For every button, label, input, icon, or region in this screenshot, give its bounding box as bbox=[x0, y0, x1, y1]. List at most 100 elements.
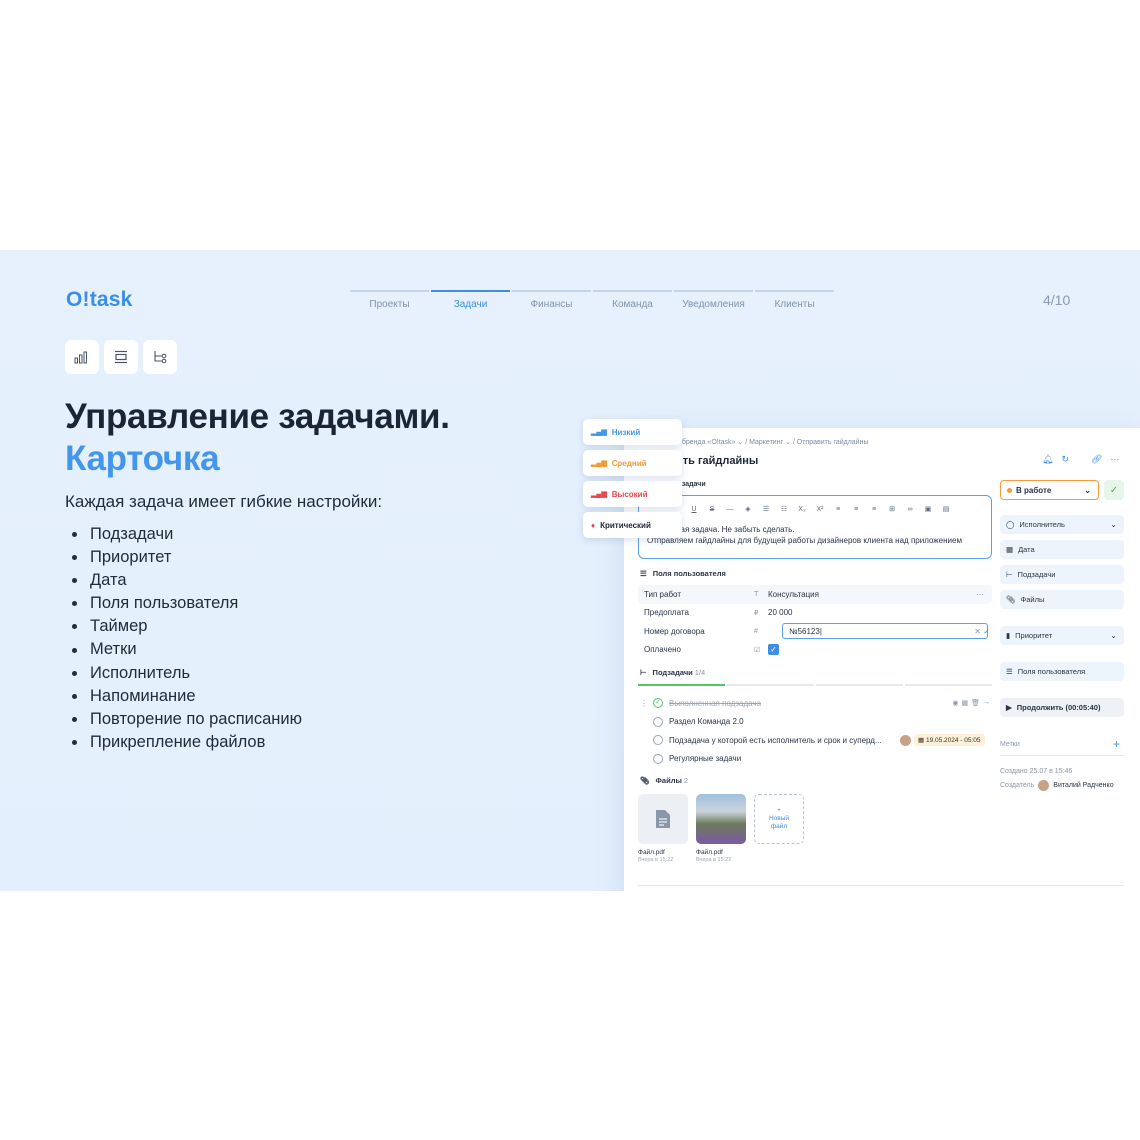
priority-critical[interactable]: ♦ Критический bbox=[583, 512, 682, 538]
file-item[interactable]: Файл.pdf Вчера в 15:22 bbox=[696, 794, 746, 863]
eraser-icon[interactable]: ◈ bbox=[741, 503, 755, 515]
more-icon[interactable]: ⋯ bbox=[1110, 454, 1119, 465]
nav-item-notifications[interactable]: Уведомления bbox=[674, 290, 753, 310]
creator-name[interactable]: Виталий Радченко bbox=[1053, 782, 1113, 789]
creator-row: Создатель Виталий Радченко bbox=[1000, 780, 1114, 791]
circle-icon[interactable] bbox=[653, 716, 663, 727]
nav-item-projects[interactable]: Проекты bbox=[350, 290, 429, 310]
align-center-icon[interactable]: ≡ bbox=[849, 503, 863, 515]
bar-chart-icon: ▂▄▆ bbox=[591, 429, 607, 436]
list-item[interactable]: Подзадача у которой есть исполнитель и с… bbox=[638, 731, 992, 750]
date-button[interactable]: ▦ Дата bbox=[1000, 540, 1124, 559]
drag-handle-icon[interactable]: ⋮ bbox=[640, 699, 648, 708]
add-tag-icon[interactable]: + bbox=[1113, 737, 1120, 751]
file-icon[interactable]: ▤ bbox=[939, 503, 953, 515]
subtasks-button[interactable]: ⊢ Подзадачи bbox=[1000, 565, 1124, 584]
files-button[interactable]: 📎︎ Файлы bbox=[1000, 590, 1124, 609]
user-icon[interactable]: ◉ bbox=[952, 699, 958, 707]
created-date: Создано 25.07 в 15:46 bbox=[1000, 768, 1073, 775]
bar-chart-icon: ▂▄▆ bbox=[591, 460, 607, 467]
more-icon[interactable]: ⋯ bbox=[976, 590, 984, 599]
field-value[interactable]: Консультация bbox=[764, 590, 992, 599]
priority-medium[interactable]: ▂▄▆ Средний bbox=[583, 450, 682, 476]
subscript-icon[interactable]: X₂ bbox=[795, 503, 809, 515]
subtasks-label: Подзадачи bbox=[652, 668, 693, 677]
image-thumbnail[interactable] bbox=[696, 794, 746, 844]
contract-number-input[interactable]: №56123| ✕ bbox=[782, 623, 988, 639]
arrow-right-icon[interactable]: → bbox=[983, 699, 990, 707]
priority-label: Высокий bbox=[611, 489, 648, 499]
align-right-icon[interactable]: ≡ bbox=[867, 503, 881, 515]
table-icon[interactable]: ⊞ bbox=[885, 503, 899, 515]
table-row: Тип работ T Консультация ⋯ bbox=[638, 585, 992, 604]
check-icon[interactable]: ✓ bbox=[983, 627, 990, 636]
repeat-icon[interactable]: ↻ bbox=[1061, 454, 1069, 465]
description-editor[interactable]: U S — ◈ ☰ ☷ X₂ X² ≡ ≡ ≡ ⊞ ∞ ▣ ▤ Важная з… bbox=[638, 495, 992, 559]
nav-item-finance[interactable]: Финансы bbox=[512, 290, 591, 310]
subtask-label: Подзадача у которой есть исполнитель и с… bbox=[669, 735, 882, 745]
task-title[interactable]: ить гайдлайны bbox=[676, 455, 758, 467]
user-icon: ◯ bbox=[1006, 520, 1015, 529]
hr-icon[interactable]: — bbox=[723, 503, 737, 515]
bell-icon[interactable]: 🔔︎ bbox=[1042, 454, 1053, 465]
feature-icons bbox=[65, 340, 177, 374]
list-item[interactable]: ⋮ ✓ Выполненная подзадача ◉ ▦ 🗑︎ → bbox=[638, 694, 992, 713]
divider bbox=[638, 885, 1124, 886]
status-select[interactable]: В работе ⌄ bbox=[1000, 480, 1099, 500]
page-title: Управление задачами. Карточка bbox=[65, 396, 450, 480]
circle-icon[interactable] bbox=[653, 735, 663, 746]
confirm-button[interactable]: ✓ bbox=[1104, 480, 1124, 500]
files-label: Файлы bbox=[655, 776, 682, 785]
calendar-icon: ▦ bbox=[1006, 545, 1014, 554]
nav-item-tasks[interactable]: Задачи bbox=[431, 290, 510, 310]
assignee-button[interactable]: ◯ Исполнитель ⌄ bbox=[1000, 515, 1124, 534]
link-icon[interactable]: 🔗︎ bbox=[1091, 454, 1102, 465]
image-icon[interactable]: ▣ bbox=[921, 503, 935, 515]
paid-checkbox[interactable]: ✓ bbox=[768, 644, 779, 656]
bullet-list-icon[interactable]: ☰ bbox=[759, 503, 773, 515]
numbered-list-icon[interactable]: ☷ bbox=[777, 503, 791, 515]
link-icon[interactable]: ∞ bbox=[903, 503, 917, 515]
calendar-icon[interactable]: ▦ bbox=[961, 699, 968, 707]
nav-item-team[interactable]: Команда bbox=[593, 290, 672, 310]
table-row: Номер договора # №56123| ✕ ✓ bbox=[638, 622, 992, 641]
subtasks-progress bbox=[638, 684, 992, 686]
align-left-icon[interactable]: ≡ bbox=[831, 503, 845, 515]
user-fields-button[interactable]: ☰ Поля пользователя bbox=[1000, 662, 1124, 681]
nav-item-clients[interactable]: Клиенты bbox=[755, 290, 834, 310]
new-file-button[interactable]: + Новый файл bbox=[754, 794, 804, 844]
contract-number-value: №56123| bbox=[789, 626, 822, 636]
trash-icon[interactable]: 🗑︎ bbox=[971, 699, 980, 707]
circle-icon[interactable] bbox=[653, 753, 663, 764]
underline-icon[interactable]: U bbox=[687, 503, 701, 515]
user-fields-label: Поля пользователя bbox=[652, 569, 726, 578]
checkbox-type-icon: ☑ bbox=[754, 646, 761, 654]
list-item[interactable]: Регулярные задачи bbox=[638, 750, 992, 769]
check-circle-icon[interactable]: ✓ bbox=[653, 698, 663, 709]
file-name: Файл.pdf Вчера в 15:22 bbox=[696, 849, 746, 863]
status-dot bbox=[1007, 487, 1012, 493]
bar-chart-icon bbox=[65, 340, 99, 374]
list-item[interactable]: Раздел Команда 2.0 bbox=[638, 713, 992, 732]
creator-label: Создатель bbox=[1000, 782, 1035, 789]
strikethrough-icon[interactable]: S bbox=[705, 503, 719, 515]
breadcrumb[interactable]: е бренда «O!task» ⌄ / Маркетинг ⌄ / Отпр… bbox=[676, 438, 868, 446]
file-item[interactable]: Файл.pdf Вчера в 15:22 bbox=[638, 794, 688, 863]
close-icon[interactable]: ✕ bbox=[974, 627, 981, 636]
priority-button[interactable]: ▮ Приоритет ⌄ bbox=[1000, 626, 1124, 645]
priority-high[interactable]: ▂▄▆ Высокий bbox=[583, 481, 682, 507]
hierarchy-icon: ⊢ bbox=[640, 668, 647, 677]
chevron-down-icon: ⌄ bbox=[1110, 520, 1117, 529]
due-date-badge[interactable]: ▦ 19.05.2024 - 05:05 bbox=[914, 734, 985, 746]
priority-low[interactable]: ▂▄▆ Низкий bbox=[583, 419, 682, 445]
chevron-down-icon: ⌄ bbox=[1084, 485, 1091, 495]
timer-button[interactable]: ▶ Продолжить (00:05:40) bbox=[1000, 698, 1124, 717]
bar-chart-icon: ▮ bbox=[1006, 631, 1011, 640]
file-name: Файл.pdf Вчера в 15:22 bbox=[638, 849, 688, 863]
field-value[interactable]: 20 000 bbox=[764, 608, 992, 617]
pdf-file-icon[interactable] bbox=[638, 794, 688, 844]
superscript-icon[interactable]: X² bbox=[813, 503, 827, 515]
bar-chart-icon: ▂▄▆ bbox=[591, 491, 607, 498]
subtask-label: Выполненная подзадача bbox=[669, 698, 762, 708]
list-item: Исполнитель bbox=[72, 662, 302, 685]
